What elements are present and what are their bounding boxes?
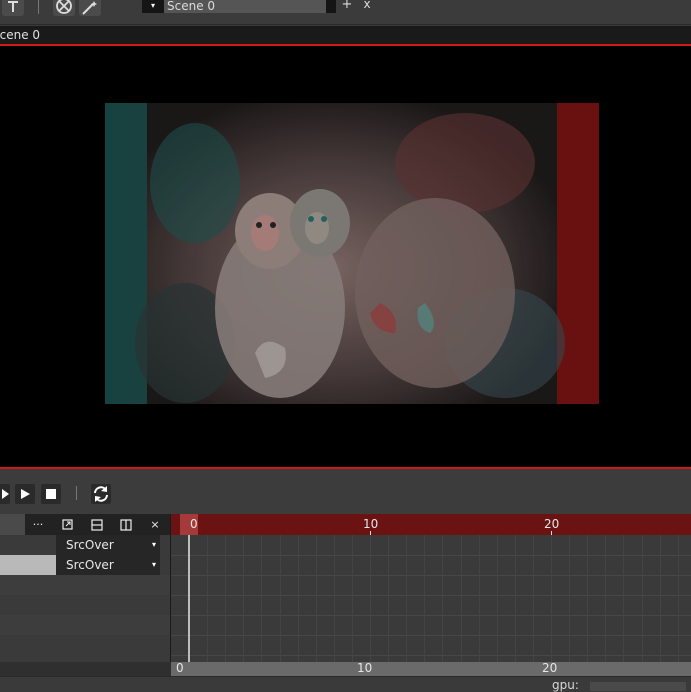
clear-button[interactable] (53, 0, 75, 16)
play-back-button[interactable] (0, 484, 10, 504)
empty-layer-row (0, 635, 170, 655)
layer-thumbnail (0, 535, 56, 555)
magic-wand-icon (82, 1, 97, 15)
text-tool-icon (8, 1, 18, 12)
viewport-tab-label: Scene 0 (0, 28, 41, 42)
close-icon[interactable]: × (146, 514, 164, 535)
chevron-down-icon: ▾ (151, 540, 156, 549)
bottom-ruler-label: 10 (357, 661, 373, 675)
viewport-tab[interactable]: Scene 0 (0, 26, 691, 44)
monkey-photo (105, 103, 599, 404)
loop-button[interactable] (91, 484, 111, 504)
gpu-usage-bar (590, 682, 686, 691)
bottom-ruler-label: 0 (176, 661, 184, 675)
ruler-label: 0 (190, 517, 198, 531)
transport-separator (76, 486, 77, 500)
chevron-down-icon: ▾ (151, 560, 156, 569)
more-icon[interactable]: ··· (29, 514, 47, 535)
chevron-down-icon[interactable]: ▾ (142, 0, 164, 13)
status-bar (0, 676, 691, 691)
scene-select-cap (326, 0, 336, 13)
play-button[interactable] (15, 484, 35, 504)
layer-row[interactable]: SrcOver ▾ (0, 535, 170, 555)
play-back-icon (2, 489, 9, 499)
split-horizontal-icon[interactable] (117, 514, 135, 535)
layers-panel-header (0, 514, 170, 535)
split-vertical-icon[interactable] (88, 514, 106, 535)
empty-layer-row (0, 615, 170, 635)
ruler-label: 20 (544, 517, 560, 531)
timeline-ruler[interactable] (171, 514, 691, 535)
timeline-scrollbar[interactable] (171, 662, 691, 676)
add-scene-button[interactable]: + (340, 0, 354, 12)
timeline-grid[interactable] (171, 535, 691, 662)
ruler-label: 10 (363, 517, 379, 531)
gpu-label: gpu: (552, 678, 579, 692)
magic-wand-button[interactable] (79, 0, 101, 16)
blend-mode-select[interactable]: SrcOver (56, 535, 160, 555)
refresh-icon (94, 486, 108, 502)
empty-layer-row (0, 595, 170, 615)
layer-row[interactable]: SrcOver ▾ (0, 555, 170, 575)
layers-header-spacer (0, 514, 25, 535)
remove-scene-button[interactable]: x (361, 0, 373, 11)
viewport-border-bottom (0, 467, 691, 469)
blend-mode-select[interactable]: SrcOver (56, 555, 160, 575)
stop-icon (46, 489, 56, 499)
close-circle-icon (56, 0, 72, 14)
playhead-line[interactable] (188, 535, 190, 662)
add-layer-button[interactable] (2, 0, 24, 16)
empty-layer-row (0, 575, 170, 595)
scene-select-value: Scene 0 (167, 0, 216, 13)
play-icon (21, 489, 30, 499)
bottom-ruler-label: 20 (542, 661, 558, 675)
layer-thumbnail (0, 555, 56, 575)
resize-icon[interactable] (58, 514, 76, 535)
timeline-footer-left (0, 662, 171, 676)
stop-button[interactable] (41, 484, 61, 504)
toolbar-separator (38, 0, 39, 14)
